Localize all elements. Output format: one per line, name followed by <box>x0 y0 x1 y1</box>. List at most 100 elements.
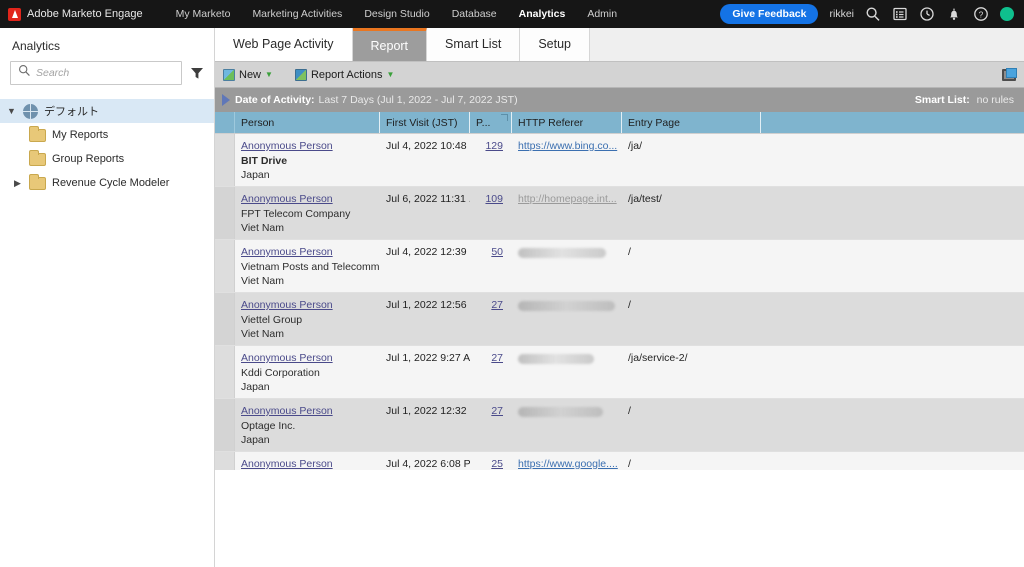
screen-icon[interactable] <box>1002 67 1017 81</box>
referer-link[interactable]: https://www.bing.co... <box>518 140 617 152</box>
person-country: Japan <box>241 434 270 446</box>
search-icon[interactable] <box>865 6 881 22</box>
analytics-sidebar: Analytics Search ▼ デフォルト My Reports Group R… <box>0 28 215 567</box>
column-header-pages[interactable]: P... <box>470 112 512 133</box>
search-input[interactable]: Search <box>10 61 182 85</box>
tree-item-default[interactable]: ▼ デフォルト <box>0 99 214 123</box>
folder-icon <box>29 125 46 142</box>
brand-label: Adobe Marketo Engage <box>27 8 143 20</box>
row-gutter[interactable] <box>215 240 235 292</box>
filter-summary-bar: Date of Activity: Last 7 Days (Jul 1, 20… <box>215 88 1024 112</box>
cell-http-referer <box>512 399 622 451</box>
row-gutter[interactable] <box>215 346 235 398</box>
pages-count-link[interactable]: 27 <box>476 299 506 311</box>
tab-web-page-activity[interactable]: Web Page Activity <box>215 27 353 61</box>
column-header-label: Entry Page <box>628 116 680 129</box>
cell-entry-page: / <box>628 246 631 258</box>
table-row[interactable]: Anonymous Person Optage Inc. Japan Jul 1, 2… <box>215 399 1024 452</box>
pages-count-link[interactable]: 25 <box>476 458 506 470</box>
pages-count-link[interactable]: 27 <box>476 352 506 364</box>
row-gutter[interactable] <box>215 452 235 470</box>
give-feedback-button[interactable]: Give Feedback <box>720 4 819 24</box>
avatar[interactable] <box>1000 7 1014 21</box>
table-row[interactable]: Anonymous Person FPT Telecom Company Viet … <box>215 187 1024 240</box>
column-header-visit[interactable]: First Visit (JST) <box>380 112 470 133</box>
tab-smart-list[interactable]: Smart List <box>427 27 521 61</box>
column-header-entry[interactable]: Entry Page <box>622 112 761 133</box>
tree-item-my-reports[interactable]: My Reports <box>0 123 214 147</box>
new-icon <box>223 68 235 81</box>
cell-first-visit: Jul 4, 2022 10:48 ... <box>386 140 470 152</box>
table-row[interactable]: Anonymous PersonVietnam Posts and Teleco… <box>215 452 1024 470</box>
person-link[interactable]: Anonymous Person <box>241 405 374 417</box>
column-header-label: Person <box>241 116 275 129</box>
table-row[interactable]: Anonymous PersonVietnam Posts and Teleco… <box>215 240 1024 293</box>
cell-first-visit: Jul 1, 2022 12:32 ... <box>386 405 470 417</box>
table-row[interactable]: Anonymous Person BIT Drive Japan Jul 4, 202… <box>215 134 1024 187</box>
cell-first-visit: Jul 4, 2022 12:39 ... <box>386 246 470 258</box>
topbar-right-cluster: Give Feedback rikkei ? <box>720 4 1014 24</box>
redacted-referer <box>518 248 606 259</box>
table-row[interactable]: Anonymous Person Viettel Group Viet Nam Jul… <box>215 293 1024 346</box>
sort-indicator-icon[interactable] <box>501 114 508 121</box>
pages-count-link[interactable]: 27 <box>476 405 506 417</box>
row-gutter[interactable] <box>215 134 235 186</box>
filter-icon[interactable] <box>190 66 204 80</box>
person-link[interactable]: Anonymous Person <box>241 246 374 258</box>
column-header-label: First Visit (JST) <box>386 116 458 129</box>
report-actions-button[interactable]: Report Actions ▼ <box>294 68 394 81</box>
tree-item-group-reports[interactable]: Group Reports <box>0 147 214 171</box>
cell-person: Anonymous PersonVietnam Posts and Teleco… <box>235 452 380 470</box>
person-country: Japan <box>241 169 270 181</box>
person-link[interactable]: Anonymous Person <box>241 193 374 205</box>
cell-entry-page: /ja/service-2/ <box>628 352 688 364</box>
chevron-down-icon: ▼ <box>265 69 273 79</box>
cell-pages: 129 <box>470 134 512 186</box>
cell-entry-page: / <box>628 299 631 311</box>
smart-list-label: Smart List: <box>914 94 970 106</box>
new-button[interactable]: New ▼ <box>223 68 273 81</box>
row-gutter[interactable] <box>215 293 235 345</box>
person-link[interactable]: Anonymous Person <box>241 458 374 470</box>
cell-http-referer: https://www.google.... <box>512 452 622 470</box>
referer-link[interactable]: https://www.google.... <box>518 458 618 470</box>
grid-body: Anonymous Person BIT Drive Japan Jul 4, 202… <box>215 134 1024 470</box>
nav-item-analytics[interactable]: Analytics <box>508 0 577 28</box>
cell-pages: 109 <box>470 187 512 239</box>
table-row[interactable]: Anonymous Person Kddi Corporation Japan Jul… <box>215 346 1024 399</box>
clock-icon[interactable] <box>919 6 935 22</box>
nav-item-admin[interactable]: Admin <box>576 0 628 28</box>
person-link[interactable]: Anonymous Person <box>241 352 374 364</box>
flag-icon <box>222 94 230 106</box>
row-gutter[interactable] <box>215 399 235 451</box>
cell-filler <box>761 452 1024 470</box>
column-header-person[interactable]: Person <box>235 112 380 133</box>
tree-item-revenue-cycle-modeler[interactable]: ▶ Revenue Cycle Modeler <box>0 171 214 195</box>
help-icon[interactable]: ? <box>973 6 989 22</box>
referer-link[interactable]: http://homepage.int... <box>518 193 617 205</box>
redacted-referer <box>518 301 615 312</box>
chevron-right-icon[interactable]: ▶ <box>12 178 23 189</box>
person-link[interactable]: Anonymous Person <box>241 140 374 152</box>
column-header-referer[interactable]: HTTP Referer <box>512 112 622 133</box>
pages-count-link[interactable]: 109 <box>476 193 506 205</box>
brand[interactable]: Adobe Marketo Engage <box>8 7 143 21</box>
cell-filler <box>761 399 1024 451</box>
tasks-icon[interactable] <box>892 6 908 22</box>
nav-item-database[interactable]: Database <box>441 0 508 28</box>
tree-item-label: デフォルト <box>44 106 99 118</box>
tab-strip: Web Page Activity Report Smart List Setup <box>215 27 1024 62</box>
tab-setup[interactable]: Setup <box>520 27 590 61</box>
person-link[interactable]: Anonymous Person <box>241 299 374 311</box>
row-gutter[interactable] <box>215 187 235 239</box>
cell-http-referer <box>512 240 622 292</box>
nav-item-marketing-activities[interactable]: Marketing Activities <box>241 0 353 28</box>
pages-count-link[interactable]: 50 <box>476 246 506 258</box>
pages-count-link[interactable]: 129 <box>476 140 506 152</box>
nav-item-design-studio[interactable]: Design Studio <box>353 0 440 28</box>
date-of-activity-value[interactable]: Last 7 Days (Jul 1, 2022 - Jul 7, 2022 J… <box>319 94 518 106</box>
chevron-down-icon[interactable]: ▼ <box>6 106 17 116</box>
bell-icon[interactable] <box>946 6 962 22</box>
tab-report[interactable]: Report <box>352 27 428 61</box>
nav-item-my-marketo[interactable]: My Marketo <box>165 0 242 28</box>
